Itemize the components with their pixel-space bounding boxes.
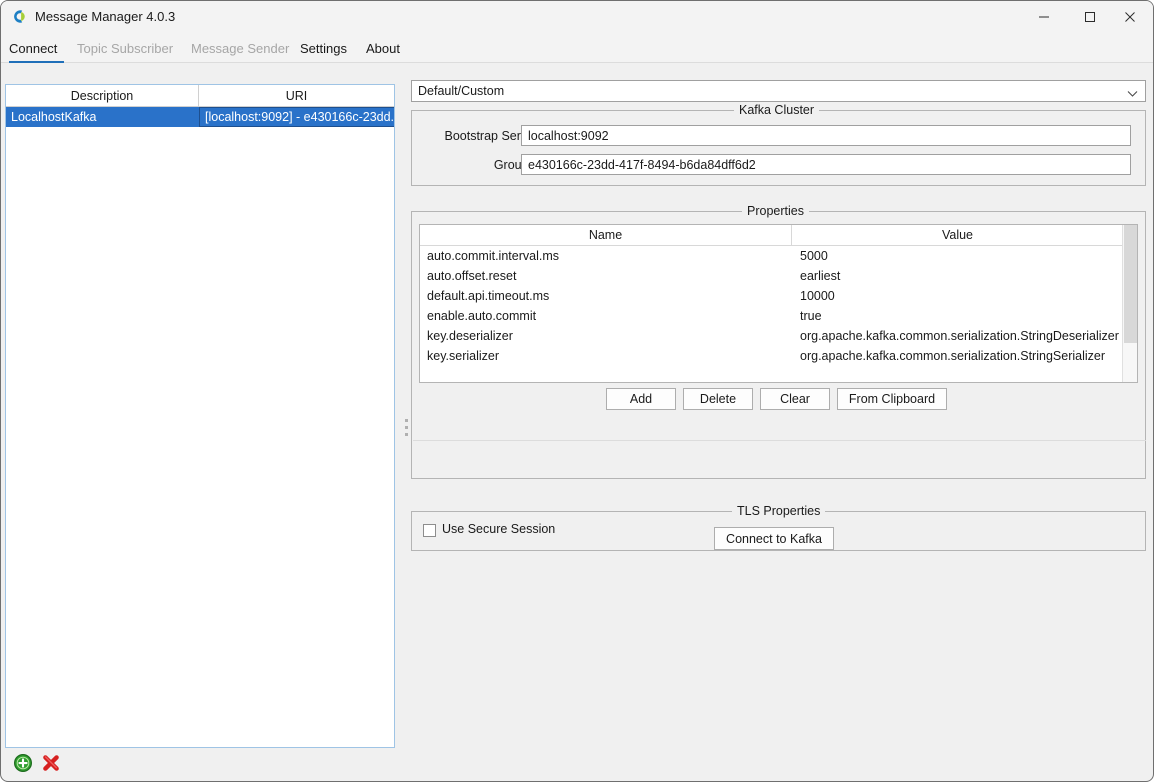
property-value: true — [800, 309, 822, 323]
properties-table-header: Name Value — [420, 225, 1123, 246]
property-value: org.apache.kafka.common.serialization.St… — [800, 349, 1106, 363]
use-secure-session-checkbox[interactable] — [423, 524, 436, 537]
chevron-down-icon — [1127, 87, 1138, 101]
connect-to-kafka-button[interactable]: Connect to Kafka — [714, 527, 834, 550]
minimize-icon[interactable] — [1021, 1, 1067, 32]
window-title: Message Manager 4.0.3 — [35, 9, 176, 24]
property-name: enable.auto.commit — [427, 309, 537, 323]
property-value: org.apache.kafka.common.serialization.St… — [800, 329, 1119, 343]
tab-about-label: About — [366, 40, 400, 56]
group-id-input[interactable]: e430166c-23dd-417f-8494-b6da84dff6d2 — [521, 154, 1131, 175]
pane-splitter-grip[interactable] — [404, 419, 411, 441]
tab-about[interactable]: About — [366, 33, 408, 63]
table-row[interactable]: auto.commit.interval.ms 5000 — [420, 246, 1123, 266]
table-row[interactable]: default.api.timeout.ms 10000 — [420, 286, 1123, 306]
property-value: 5000 — [800, 249, 828, 263]
kafka-logo-icon — [10, 8, 27, 25]
add-button[interactable]: Add — [606, 388, 676, 410]
property-name: key.deserializer — [427, 329, 513, 343]
property-value: earliest — [800, 269, 841, 283]
properties-legend: Properties — [742, 204, 809, 218]
table-row[interactable]: key.deserializer org.apache.kafka.common… — [420, 326, 1123, 346]
from-clipboard-button[interactable]: From Clipboard — [837, 388, 947, 410]
properties-scrollbar[interactable] — [1122, 225, 1137, 382]
property-name: key.serializer — [427, 349, 500, 363]
bootstrap-servers-input[interactable]: localhost:9092 — [521, 125, 1131, 146]
clear-button[interactable]: Clear — [760, 388, 830, 410]
connect-settings-pane: Default/Custom Kafka Cluster Bootstrap S… — [404, 71, 1152, 777]
tab-message-sender-label: Message Sender — [191, 40, 290, 56]
properties-separator — [413, 440, 1146, 441]
property-name: auto.commit.interval.ms — [427, 249, 559, 263]
main-tab-bar: Connect Topic Subscriber Message Sender … — [1, 33, 1153, 63]
tls-properties-legend: TLS Properties — [732, 504, 826, 518]
plus-circle-icon[interactable] — [13, 753, 35, 775]
property-value: 10000 — [800, 289, 835, 303]
properties-table[interactable]: Name Value auto.commit.interval.ms 5000 … — [419, 224, 1138, 383]
delete-button[interactable]: Delete — [683, 388, 753, 410]
kafka-cluster-legend: Kafka Cluster — [734, 103, 820, 117]
application-window: Message Manager 4.0.3 Connect Topic Subs… — [0, 0, 1154, 782]
connection-list-row[interactable]: LocalhostKafka [localhost:9092] - e43016… — [6, 107, 394, 127]
property-name: default.api.timeout.ms — [427, 289, 550, 303]
use-secure-session-label: Use Secure Session — [442, 522, 556, 536]
red-x-icon[interactable] — [41, 753, 63, 775]
property-name: auto.offset.reset — [427, 269, 517, 283]
tab-settings-label: Settings — [300, 40, 347, 56]
connection-uri: [localhost:9092] - e430166c-23dd... — [199, 107, 394, 127]
tab-connect-label: Connect — [9, 40, 58, 56]
connection-list-header: Description URI — [6, 85, 394, 107]
table-row[interactable]: key.serializer org.apache.kafka.common.s… — [420, 346, 1123, 366]
column-header-name[interactable]: Name — [420, 225, 792, 245]
tab-topic-subscriber-label: Topic Subscriber — [77, 40, 174, 56]
properties-scrollbar-thumb[interactable] — [1124, 225, 1137, 343]
title-bar: Message Manager 4.0.3 — [1, 1, 1153, 33]
properties-group: Properties Name Value auto.commit.interv… — [411, 204, 1146, 479]
tab-topic-subscriber[interactable]: Topic Subscriber — [77, 33, 179, 63]
profile-select[interactable]: Default/Custom — [411, 80, 1146, 102]
connection-list-actions — [7, 753, 127, 777]
column-header-description[interactable]: Description — [6, 85, 199, 106]
column-header-value[interactable]: Value — [792, 225, 1123, 245]
column-header-uri[interactable]: URI — [199, 85, 394, 106]
table-row[interactable]: auto.offset.reset earliest — [420, 266, 1123, 286]
kafka-cluster-group: Kafka Cluster Bootstrap Servers: localho… — [411, 103, 1146, 186]
table-row[interactable]: enable.auto.commit true — [420, 306, 1123, 326]
tab-message-sender[interactable]: Message Sender — [191, 33, 290, 63]
connection-description: LocalhostKafka — [11, 110, 97, 124]
connection-list-panel[interactable]: Description URI LocalhostKafka [localhos… — [5, 84, 395, 748]
profile-select-value: Default/Custom — [418, 84, 505, 98]
tab-connect[interactable]: Connect — [9, 33, 64, 63]
tab-settings[interactable]: Settings — [300, 33, 352, 63]
close-icon[interactable] — [1107, 1, 1153, 32]
